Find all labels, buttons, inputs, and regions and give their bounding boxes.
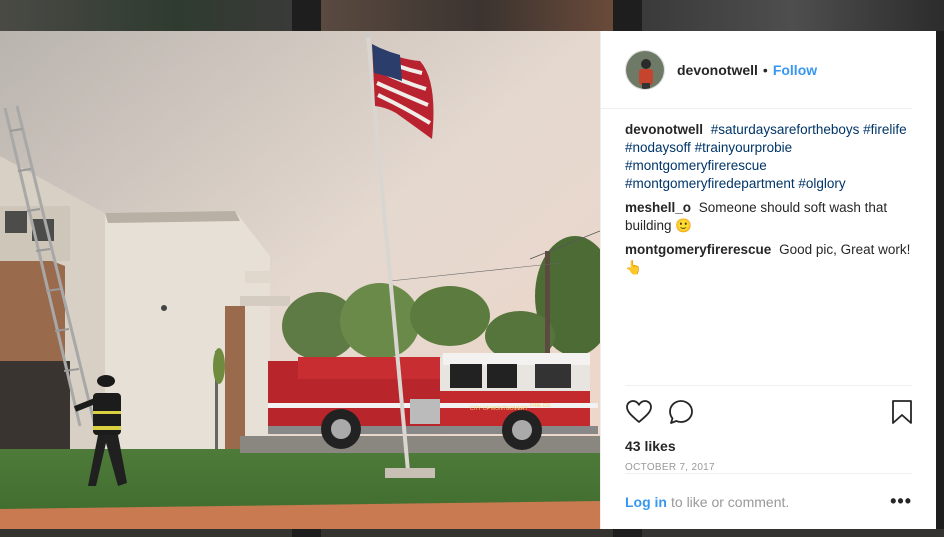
likes-count[interactable]: 43 likes [625, 438, 912, 454]
hashtag-link[interactable]: #firelife [863, 122, 907, 137]
background-thumbnail [642, 529, 944, 537]
separator-dot: • [762, 61, 768, 78]
heart-icon[interactable] [625, 398, 653, 426]
login-prompt-text: to like or comment. [671, 493, 790, 510]
more-icon[interactable]: ••• [890, 491, 912, 512]
truck-text: CITY OF MONTGOMERY [470, 406, 529, 412]
action-icons [625, 386, 912, 432]
comment-username[interactable]: montgomeryfirerescue [625, 242, 771, 257]
background-thumbnail [321, 0, 613, 31]
background-thumbnail [642, 0, 944, 31]
comment-item: meshell_o Someone should soft wash that … [625, 199, 912, 235]
truck-text: FIRE CO. [530, 403, 552, 409]
comment-icon[interactable] [667, 398, 695, 426]
follow-button[interactable]: Follow [773, 62, 817, 78]
hashtag-link[interactable]: #saturdaysarefortheboys [711, 122, 860, 137]
hashtag-link[interactable]: #trainyourprobie [695, 140, 793, 155]
bookmark-icon[interactable] [888, 398, 916, 426]
post-modal: CITY OF MONTGOMERY FIRE CO. devonotwell … [0, 31, 936, 529]
caption: devonotwell #saturdaysarefortheboys #fir… [625, 121, 912, 193]
background-thumbnail [0, 0, 292, 31]
login-link[interactable]: Log in [625, 494, 667, 510]
hashtag-link[interactable]: #montgomeryfiredepartment [625, 176, 795, 191]
post-photo: CITY OF MONTGOMERY FIRE CO. [0, 31, 600, 529]
post-header: devonotwell • Follow [601, 31, 912, 109]
comment-username[interactable]: meshell_o [625, 200, 691, 215]
post-side-panel: devonotwell • Follow devonotwell #saturd… [600, 31, 936, 529]
post-actions: 43 likes OCTOBER 7, 2017 [625, 385, 912, 473]
background-thumbnail [321, 529, 613, 537]
caption-username[interactable]: devonotwell [625, 122, 703, 137]
post-date[interactable]: OCTOBER 7, 2017 [625, 462, 912, 473]
avatar[interactable] [625, 49, 665, 90]
author-username[interactable]: devonotwell [677, 62, 758, 78]
hashtag-link[interactable]: #olglory [798, 176, 845, 191]
comment-item: montgomeryfirerescue Good pic, Great wor… [625, 241, 912, 277]
background-thumbnail [0, 529, 292, 537]
login-prompt: Log in to like or comment. ••• [625, 473, 912, 529]
comments-list: devonotwell #saturdaysarefortheboys #fir… [601, 109, 936, 385]
hashtag-link[interactable]: #montgomeryfirerescue [625, 158, 767, 173]
hashtag-link[interactable]: #nodaysoff [625, 140, 691, 155]
